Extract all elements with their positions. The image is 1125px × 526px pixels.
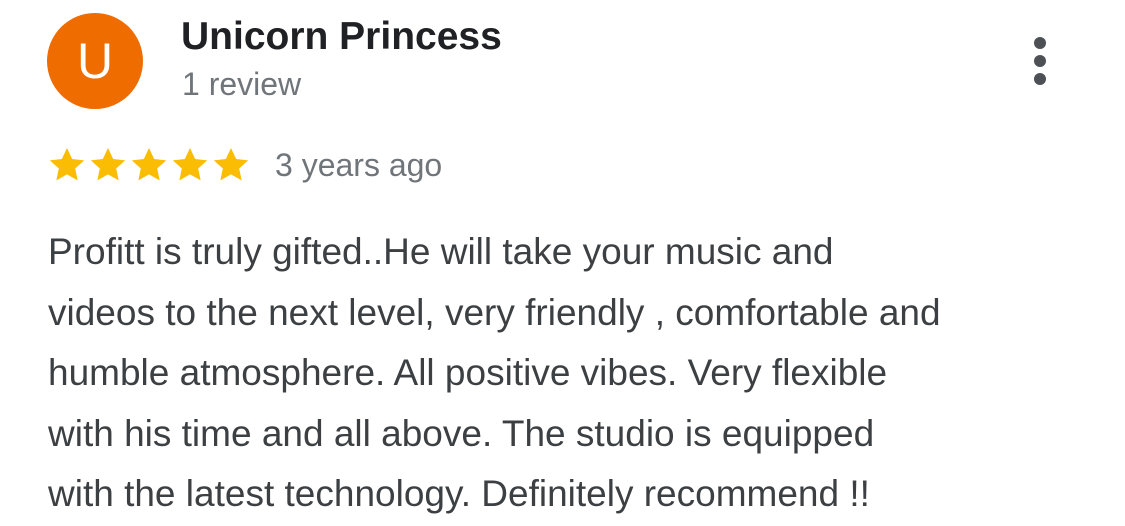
- star-icon: [131, 148, 167, 181]
- star-rating: [47, 145, 251, 185]
- review-text: Profitt is truly gifted..He will take yo…: [48, 222, 1108, 525]
- review-text-line: Profitt is truly gifted..He will take yo…: [48, 231, 834, 272]
- review-text-line: with his time and all above. The studio …: [48, 412, 875, 454]
- author-review-count: 1 review: [182, 66, 302, 102]
- more-options-button[interactable]: [1016, 33, 1064, 89]
- rating-row: 3 years ago: [47, 143, 442, 187]
- review-text-line: humble atmosphere. All positive vibes. V…: [48, 352, 888, 393]
- avatar-initial: U: [76, 33, 114, 89]
- star-icon: [213, 148, 249, 181]
- author-name[interactable]: Unicorn Princess: [181, 14, 502, 60]
- review-text-line: with the latest technology. Definitely r…: [48, 473, 870, 514]
- review-card: U Unicorn Princess 1 review 3 years ago …: [0, 0, 1125, 526]
- star-icon: [49, 148, 85, 181]
- star-icon: [172, 148, 208, 181]
- avatar[interactable]: U: [47, 13, 143, 109]
- star-icon: [90, 148, 126, 181]
- review-text-line: videos to the next level, very friendly …: [48, 291, 941, 333]
- review-time: 3 years ago: [275, 147, 443, 183]
